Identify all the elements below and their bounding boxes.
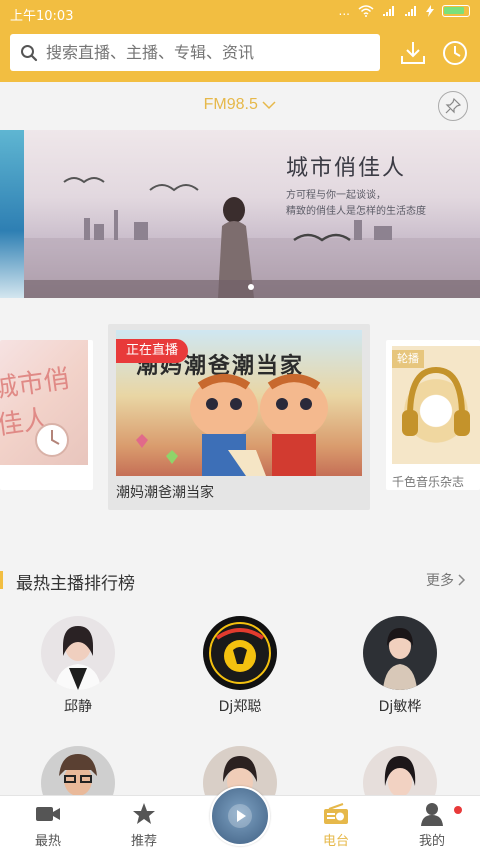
banner-subtitle-line2: 精致的俏佳人是怎样的生活态度: [286, 206, 426, 217]
hot-hosts-section-header: 最热主播排行榜 更多: [0, 562, 480, 598]
banner-subtitle: 方可程与你一起谈谈， 精致的俏佳人是怎样的生活态度: [286, 188, 426, 220]
battery-icon: [442, 5, 470, 17]
tab-label: 电台: [322, 834, 349, 849]
radio-icon: [322, 802, 350, 826]
banner-title: 城市俏佳人: [286, 156, 407, 181]
banner-image[interactable]: 城市俏佳人 方可程与你一起谈谈， 精致的俏佳人是怎样的生活态度: [24, 130, 480, 298]
video-camera-icon: [34, 802, 62, 826]
banner-prev-slide-image: [0, 130, 24, 298]
avatar: [41, 616, 115, 690]
section-accent-bar: [0, 571, 3, 589]
more-link[interactable]: 更多: [426, 570, 466, 590]
app-header: 上午10:03 ...: [0, 0, 480, 82]
host-name: Dj敏桦: [378, 699, 422, 715]
program-card-next-title: 千色音乐杂志: [392, 475, 465, 489]
search-input[interactable]: [46, 43, 346, 62]
status-bar: 上午10:03 ...: [0, 0, 480, 26]
program-card-prev[interactable]: 城市俏佳人: [0, 340, 93, 490]
chevron-right-icon: [458, 574, 466, 586]
chevron-down-icon: [262, 101, 276, 109]
section-title: 最热主播排行榜: [16, 574, 135, 594]
history-icon: [443, 41, 467, 65]
tab-radio[interactable]: 电台: [288, 796, 384, 853]
fm-selector-bar: FM98.5: [0, 82, 480, 130]
star-icon: [130, 802, 158, 826]
program-card-prev-image: 城市俏佳人: [0, 340, 88, 465]
more-label: 更多: [426, 573, 454, 589]
host-item[interactable]: Dj郑聪: [190, 616, 290, 716]
rebroadcast-badge: 轮播: [392, 350, 424, 368]
fm-frequency-selector[interactable]: FM98.5: [0, 96, 480, 114]
download-icon: [401, 42, 425, 64]
tab-mine[interactable]: 我的: [384, 796, 480, 853]
banner-subtitle-line1: 方可程与你一起谈谈，: [286, 190, 386, 201]
tab-recommend[interactable]: 推荐: [96, 796, 192, 853]
tab-label: 推荐: [130, 834, 157, 849]
play-icon: [228, 804, 252, 828]
fm-frequency-label: FM98.5: [203, 96, 258, 113]
mini-player-button[interactable]: [210, 786, 270, 846]
banner-carousel[interactable]: 城市俏佳人 方可程与你一起谈谈， 精致的俏佳人是怎样的生活态度: [0, 130, 480, 298]
banner-page-indicator: [248, 284, 254, 290]
search-bar[interactable]: [10, 34, 380, 71]
live-now-badge: 正在直播: [116, 339, 189, 363]
program-card-live-title: 潮妈潮爸潮当家: [116, 485, 214, 501]
more-dots-icon: ...: [338, 4, 350, 18]
avatar: [203, 616, 277, 690]
tab-label: 我的: [418, 834, 445, 849]
host-name: 邱静: [64, 699, 92, 715]
pin-button[interactable]: [438, 91, 468, 121]
status-icons: ...: [339, 4, 470, 18]
status-time: 上午10:03: [10, 9, 74, 24]
charging-icon: [426, 5, 434, 17]
user-icon: [418, 802, 446, 826]
wifi-icon: [358, 5, 374, 17]
alarm-clock-icon: [35, 423, 69, 457]
search-icon: [21, 44, 38, 61]
download-button[interactable]: [398, 38, 428, 68]
tab-hot[interactable]: 最热: [0, 796, 96, 853]
history-button[interactable]: [440, 38, 470, 68]
host-item[interactable]: 邱静: [28, 616, 128, 716]
signal-icon: [383, 6, 394, 16]
program-carousel[interactable]: 城市俏佳人 潮妈潮爸潮当家 潮妈潮爸潮当家 正在直播 千色音乐杂志 轮播: [0, 298, 480, 538]
pin-icon: [445, 98, 461, 114]
host-name: Dj郑聪: [218, 699, 262, 715]
tab-label: 最热: [34, 834, 61, 849]
signal-icon-2: [405, 6, 416, 16]
avatar: [363, 616, 437, 690]
host-item[interactable]: Dj敏桦: [350, 616, 450, 716]
notification-dot: [454, 806, 462, 814]
